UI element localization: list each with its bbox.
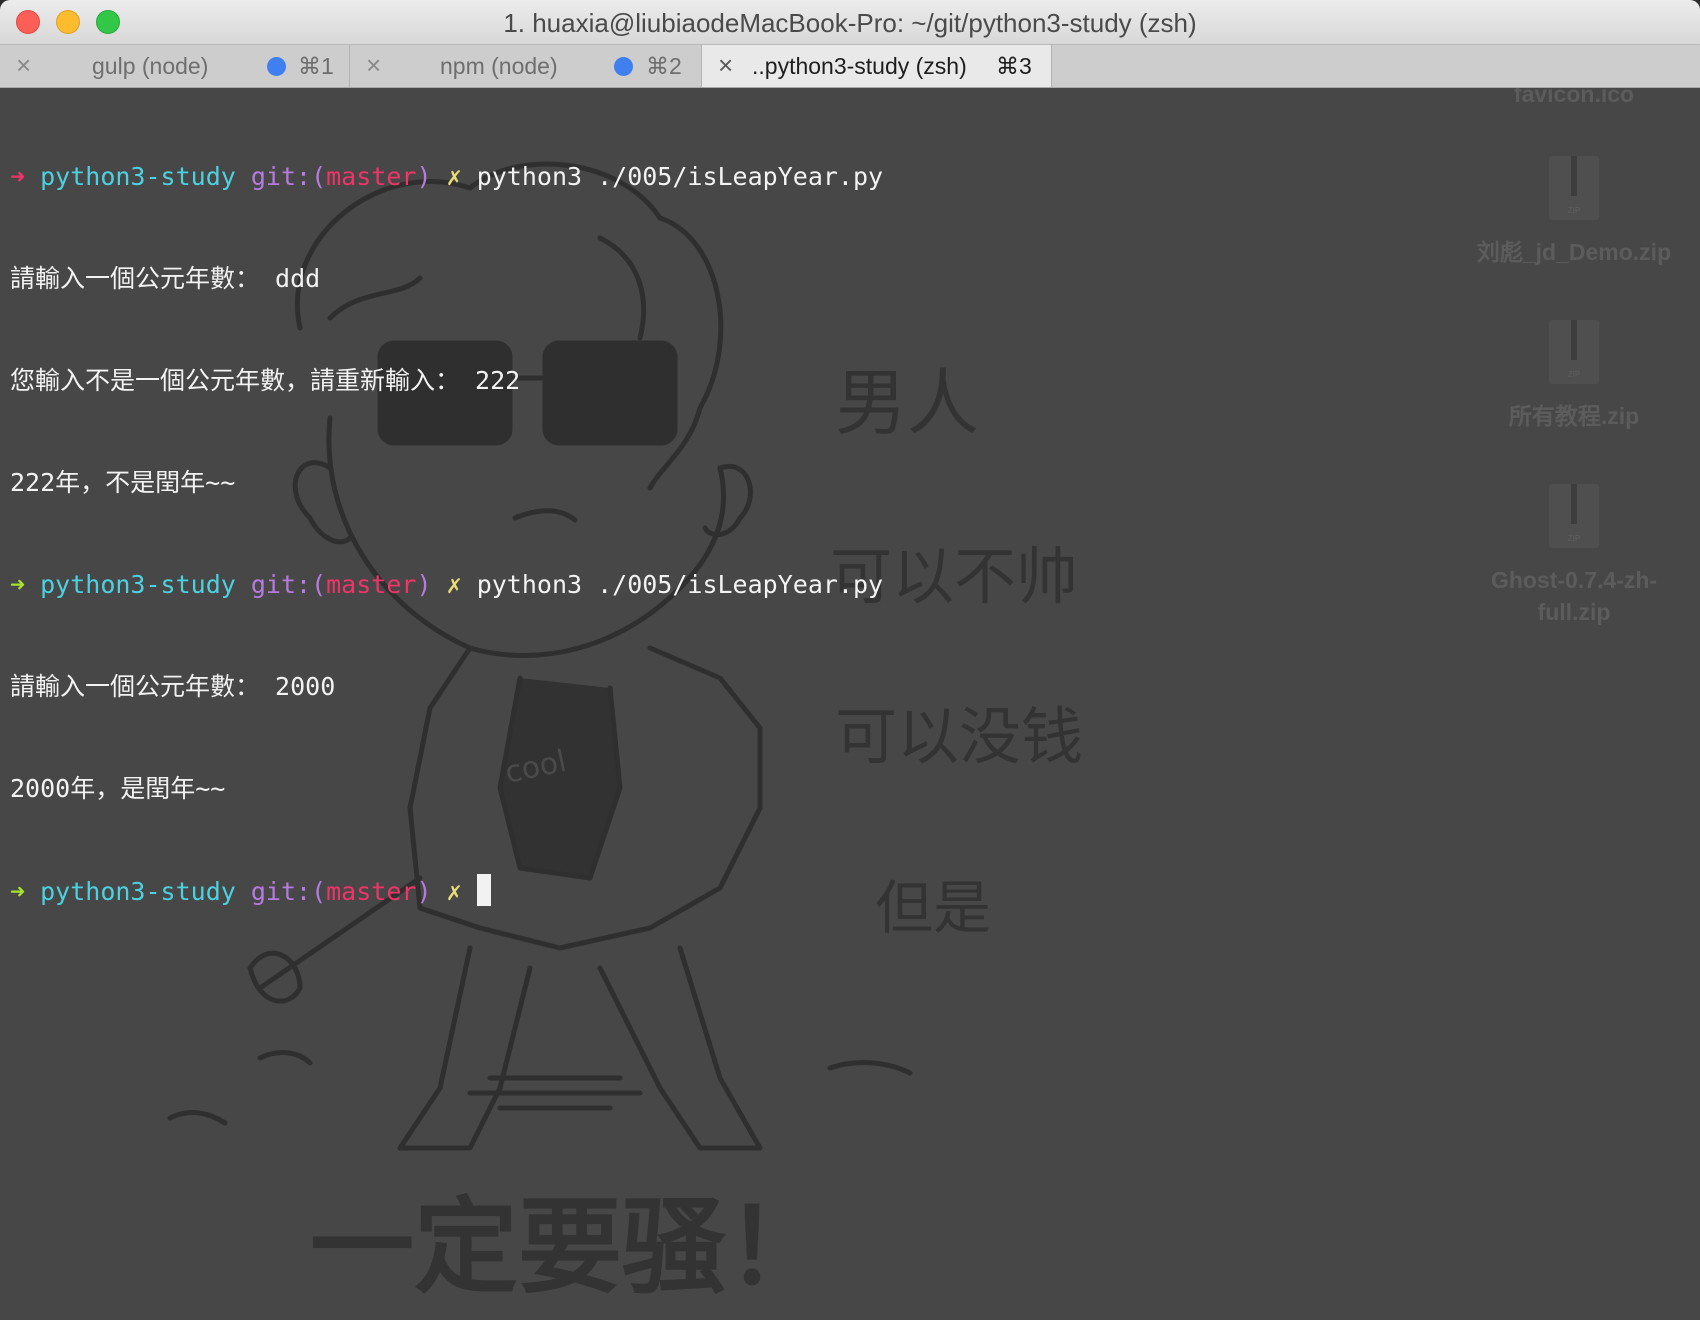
prompt-git-prefix: git:( <box>250 570 327 599</box>
zip-file-icon: ZIP <box>1549 156 1599 220</box>
tab-npm[interactable]: × npm (node) ⌘2 <box>350 45 702 87</box>
text-cursor[interactable] <box>476 874 491 906</box>
tab-label: npm (node) <box>440 53 558 79</box>
command-text: python3 ./005/isLeapYear.py <box>476 570 884 599</box>
output-line: 2000年，是閏年~~ <box>10 774 226 803</box>
tab-activity-icon <box>267 57 286 76</box>
prompt-git-branch: master <box>326 570 417 599</box>
desktop-item[interactable]: favicon.ico <box>1464 88 1684 110</box>
prompt-directory: python3-study <box>40 877 236 906</box>
desktop-item[interactable]: ZIP 刘彪_jd_Demo.zip <box>1464 156 1684 268</box>
tab-close-icon[interactable]: × <box>16 52 31 78</box>
desktop-item-label: favicon.ico <box>1513 88 1635 107</box>
prompt-dirty-icon: ✗ <box>446 877 462 906</box>
output-line: 222年，不是閏年~~ <box>10 468 236 497</box>
tab-label: ..python3-study (zsh) <box>752 53 967 79</box>
title-bar[interactable]: 1. huaxia@liubiaodeMacBook-Pro: ~/git/py… <box>0 0 1700 45</box>
prompt-line: ➜ python3-study git:(master) ✗ python3 .… <box>10 568 883 602</box>
prompt-git-branch: master <box>326 162 417 191</box>
prompt-arrow-icon: ➜ <box>10 162 26 191</box>
desktop-item-label: Ghost-0.7.4-zh-full.zip <box>1490 567 1658 625</box>
wallpaper-text: 一定要骚！ <box>310 1186 830 1308</box>
tab-gulp[interactable]: × gulp (node) ⌘1 <box>0 45 350 87</box>
prompt-dirty-icon: ✗ <box>446 162 462 191</box>
terminal-pane[interactable]: 男人 可以不帅 可以没钱 但是 一定要骚！ cool favicon.ico Z… <box>0 88 1700 1320</box>
tab-close-icon[interactable]: × <box>718 52 733 78</box>
tab-bar: × gulp (node) ⌘1 × npm (node) ⌘2 × ..pyt… <box>0 45 1700 88</box>
prompt-line[interactable]: ➜ python3-study git:(master) ✗ <box>10 874 883 908</box>
tab-shortcut: ⌘2 <box>646 53 682 79</box>
wallpaper-text: 但是 <box>875 874 991 942</box>
prompt-git-suffix: ) <box>416 162 432 191</box>
tab-close-icon[interactable]: × <box>366 52 381 78</box>
prompt-git-branch: master <box>326 877 417 906</box>
prompt-line: ➜ python3-study git:(master) ✗ python3 .… <box>10 160 883 194</box>
prompt-arrow-icon: ➜ <box>10 877 26 906</box>
desktop-item-label: 所有教程.zip <box>1508 403 1640 429</box>
prompt-git-suffix: ) <box>416 570 432 599</box>
zip-file-icon: ZIP <box>1549 484 1599 548</box>
prompt-dirty-icon: ✗ <box>446 570 462 599</box>
output-line: 請輸入一個公元年數： ddd <box>10 264 321 293</box>
prompt-arrow-icon: ➜ <box>10 570 26 599</box>
prompt-directory: python3-study <box>40 570 236 599</box>
output-line: 請輸入一個公元年數： 2000 <box>10 672 336 701</box>
prompt-directory: python3-study <box>40 162 236 191</box>
tab-python3-study[interactable]: × ..python3-study (zsh) ⌘3 <box>702 45 1052 87</box>
desktop-item[interactable]: ZIP 所有教程.zip <box>1464 320 1684 432</box>
zip-file-icon: ZIP <box>1549 320 1599 384</box>
prompt-git-suffix: ) <box>416 877 432 906</box>
output-line: 您輸入不是一個公元年數，請重新輸入： 222 <box>10 366 521 395</box>
tab-label: gulp (node) <box>92 53 209 79</box>
terminal-window: 1. huaxia@liubiaodeMacBook-Pro: ~/git/py… <box>0 0 1700 1320</box>
tab-shortcut: ⌘3 <box>996 53 1032 79</box>
tab-shortcut: ⌘1 <box>298 53 334 79</box>
prompt-git-prefix: git:( <box>250 162 327 191</box>
terminal-output[interactable]: ➜ python3-study git:(master) ✗ python3 .… <box>10 92 883 976</box>
tab-activity-icon <box>614 57 633 76</box>
desktop-item-label: 刘彪_jd_Demo.zip <box>1476 239 1672 265</box>
command-text: python3 ./005/isLeapYear.py <box>476 162 884 191</box>
window-title: 1. huaxia@liubiaodeMacBook-Pro: ~/git/py… <box>503 8 1197 38</box>
desktop-item[interactable]: ZIP Ghost-0.7.4-zh-full.zip <box>1464 484 1684 628</box>
prompt-git-prefix: git:( <box>250 877 327 906</box>
